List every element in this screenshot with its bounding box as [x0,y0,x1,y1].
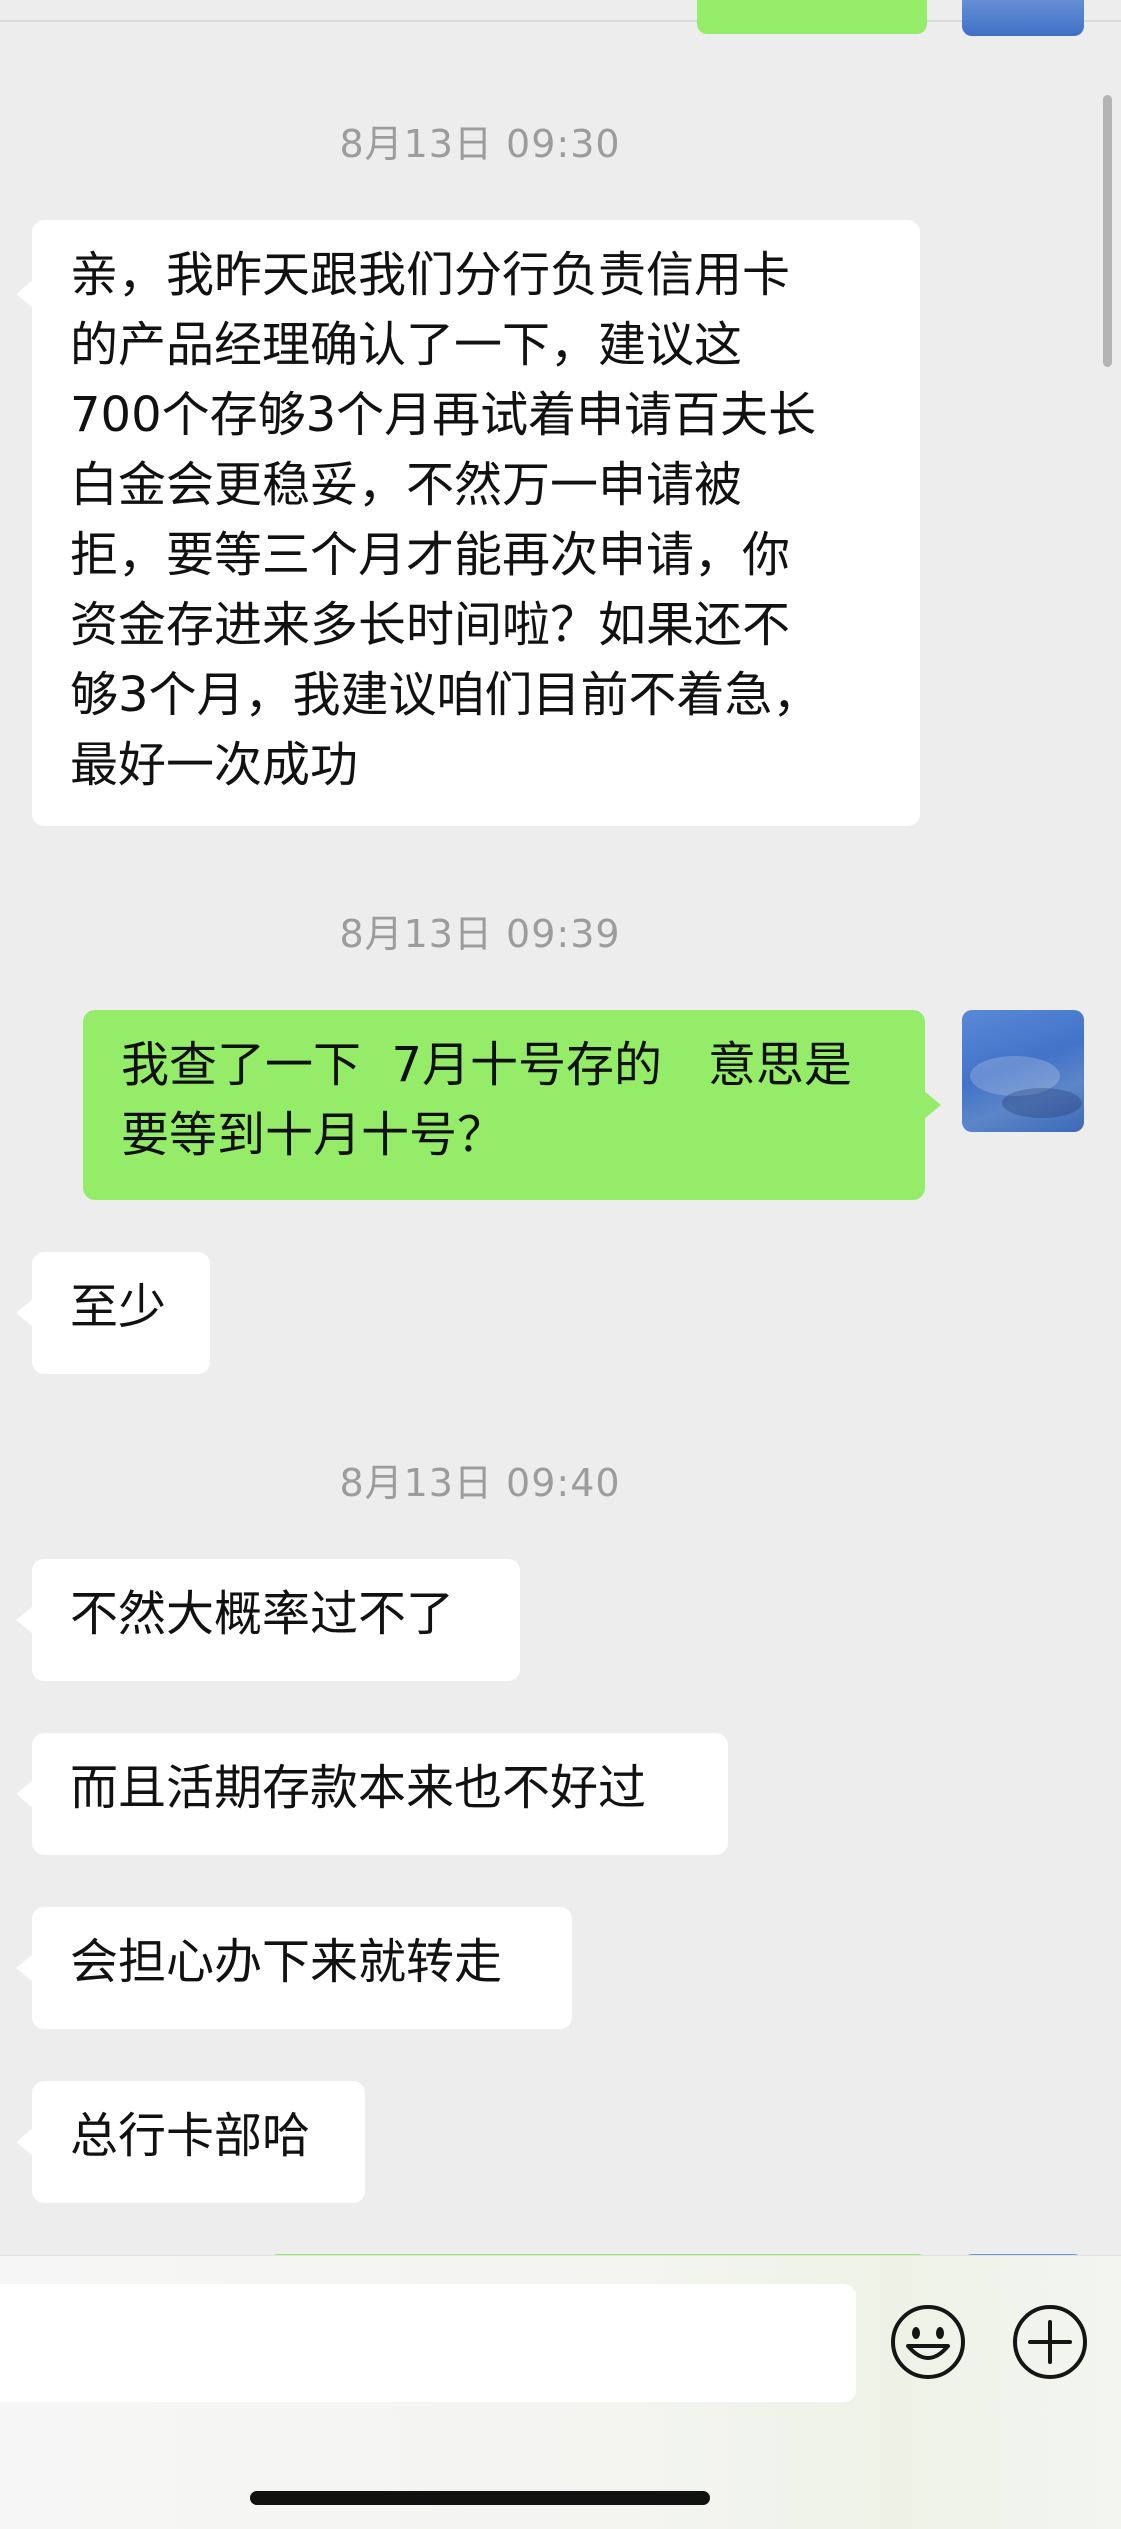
message-line: 够3个月，我建议咱们目前不着急， [70,667,821,723]
message-line: 白金会更稳妥，不然万一申请被 [70,457,743,513]
message-bubble-outgoing[interactable]: 我查了一下 7月十号存的 意思是 要等到十月十号？ [83,1010,941,1200]
timestamp: 8月13日 09:40 [339,1461,621,1505]
avatar-cloud-shape [1002,1088,1082,1118]
home-indicator [250,2491,710,2505]
scrollbar[interactable] [1103,95,1112,367]
timestamp: 8月13日 09:30 [339,122,621,166]
message-bubble-incoming[interactable]: 亲，我昨天跟我们分行负责信用卡 的产品经理确认了一下，建议这 700个存够3个月… [16,220,920,826]
message-bubble-incoming[interactable]: 总行卡部哈 [16,2081,365,2203]
message-line: 资金存进来多长时间啦？如果还不 [70,597,791,653]
message-line: 要等到十月十号？ [121,1107,506,1163]
input-bar [0,2255,1121,2529]
message-text: 会担心办下来就转走 [70,1934,503,1990]
message-bubble-incoming[interactable]: 而且活期存款本来也不好过 [16,1733,728,1855]
message-text: 不然大概率过不了 [70,1586,455,1642]
message-line: 最好一次成功 [70,737,359,793]
message-text: 总行卡部哈 [70,2108,311,2164]
message-bubble-incoming[interactable]: 至少 [16,1252,210,1374]
self-avatar[interactable] [962,1010,1084,1132]
message-line: 亲，我昨天跟我们分行负责信用卡 [70,247,791,303]
message-input[interactable] [0,2284,856,2402]
message-line: 我查了一下 7月十号存的 意思是 [121,1037,852,1093]
smiley-face-icon[interactable] [888,2302,968,2382]
message-line: 拒，要等三个月才能再次申请，你 [70,527,791,583]
plus-circle-icon[interactable] [1010,2302,1090,2382]
top-divider [0,20,1121,22]
timestamp: 8月13日 09:39 [339,912,621,956]
message-bubble-incoming[interactable]: 会担心办下来就转走 [16,1907,572,2029]
message-text: 而且活期存款本来也不好过 [70,1760,647,1816]
message-text: 至少 [70,1279,167,1335]
message-bubble-incoming[interactable]: 不然大概率过不了 [16,1559,520,1681]
message-line: 700个存够3个月再试着申请百夫长 [70,387,817,443]
message-line: 的产品经理确认了一下，建议这 [70,317,743,373]
partial-self-bubble-top[interactable] [697,0,927,34]
partial-self-avatar-top[interactable] [962,0,1084,36]
chat-area[interactable]: 8月13日 09:30 亲，我昨天跟我们分行负责信用卡 的产品经理确认了一下，建… [0,0,1121,2255]
